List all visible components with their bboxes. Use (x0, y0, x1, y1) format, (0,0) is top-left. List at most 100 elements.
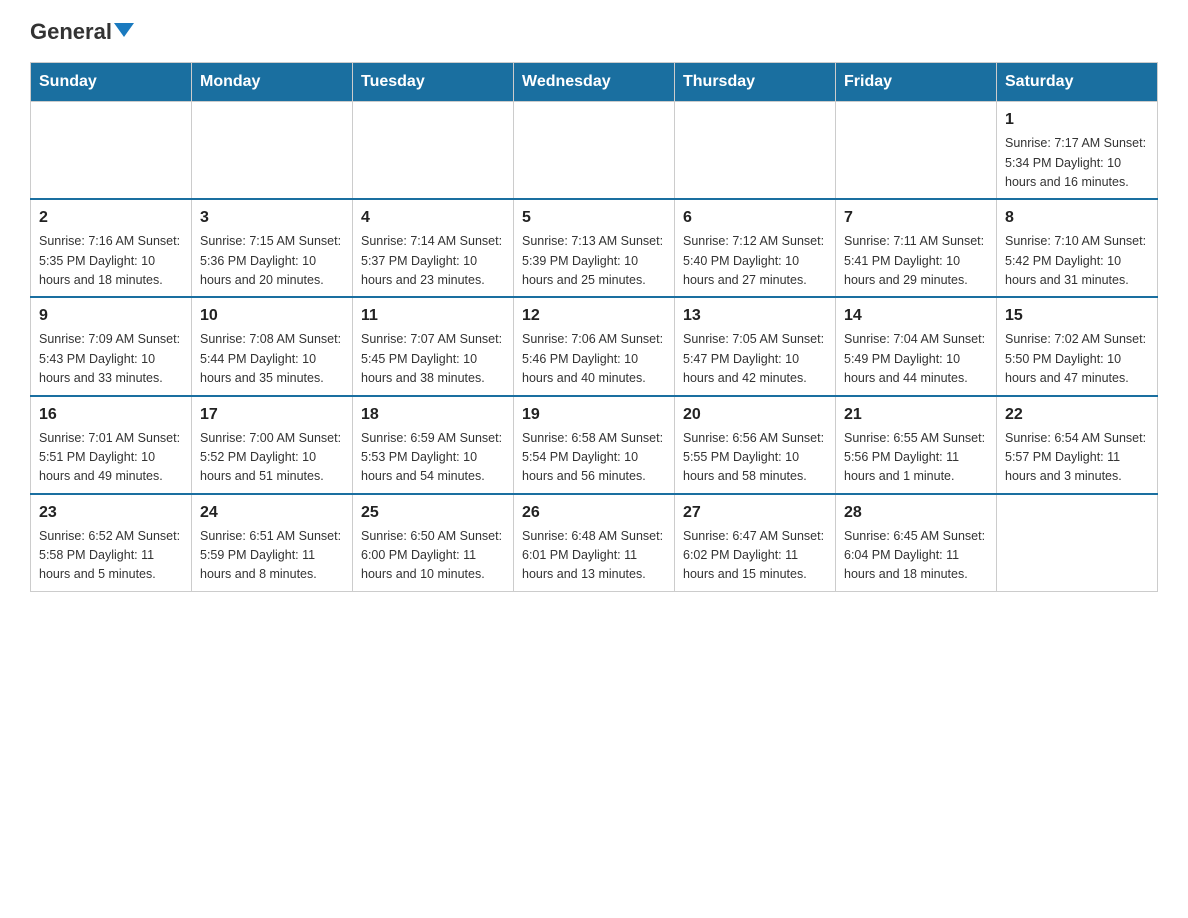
calendar-cell: 4Sunrise: 7:14 AM Sunset: 5:37 PM Daylig… (353, 199, 514, 297)
day-number: 9 (39, 304, 183, 328)
day-info: Sunrise: 6:58 AM Sunset: 5:54 PM Dayligh… (522, 429, 666, 487)
day-number: 14 (844, 304, 988, 328)
day-info: Sunrise: 6:52 AM Sunset: 5:58 PM Dayligh… (39, 527, 183, 585)
calendar-cell: 22Sunrise: 6:54 AM Sunset: 5:57 PM Dayli… (997, 396, 1158, 494)
calendar-cell: 21Sunrise: 6:55 AM Sunset: 5:56 PM Dayli… (836, 396, 997, 494)
day-info: Sunrise: 7:10 AM Sunset: 5:42 PM Dayligh… (1005, 232, 1149, 290)
day-number: 20 (683, 403, 827, 427)
day-info: Sunrise: 7:11 AM Sunset: 5:41 PM Dayligh… (844, 232, 988, 290)
day-info: Sunrise: 7:16 AM Sunset: 5:35 PM Dayligh… (39, 232, 183, 290)
day-info: Sunrise: 6:55 AM Sunset: 5:56 PM Dayligh… (844, 429, 988, 487)
day-info: Sunrise: 7:08 AM Sunset: 5:44 PM Dayligh… (200, 330, 344, 388)
calendar-cell: 14Sunrise: 7:04 AM Sunset: 5:49 PM Dayli… (836, 297, 997, 395)
day-number: 17 (200, 403, 344, 427)
day-info: Sunrise: 6:51 AM Sunset: 5:59 PM Dayligh… (200, 527, 344, 585)
weekday-header-sunday: Sunday (31, 63, 192, 102)
day-number: 6 (683, 206, 827, 230)
calendar-cell: 18Sunrise: 6:59 AM Sunset: 5:53 PM Dayli… (353, 396, 514, 494)
calendar-cell: 7Sunrise: 7:11 AM Sunset: 5:41 PM Daylig… (836, 199, 997, 297)
day-number: 10 (200, 304, 344, 328)
day-info: Sunrise: 7:05 AM Sunset: 5:47 PM Dayligh… (683, 330, 827, 388)
day-info: Sunrise: 7:06 AM Sunset: 5:46 PM Dayligh… (522, 330, 666, 388)
logo-triangle-icon (114, 23, 134, 37)
calendar-cell (675, 102, 836, 200)
calendar-cell: 1Sunrise: 7:17 AM Sunset: 5:34 PM Daylig… (997, 102, 1158, 200)
calendar-cell (836, 102, 997, 200)
day-info: Sunrise: 7:02 AM Sunset: 5:50 PM Dayligh… (1005, 330, 1149, 388)
day-number: 5 (522, 206, 666, 230)
calendar-table: SundayMondayTuesdayWednesdayThursdayFrid… (30, 62, 1158, 592)
logo-text: General (30, 20, 134, 44)
calendar-cell: 5Sunrise: 7:13 AM Sunset: 5:39 PM Daylig… (514, 199, 675, 297)
calendar-cell: 2Sunrise: 7:16 AM Sunset: 5:35 PM Daylig… (31, 199, 192, 297)
day-number: 1 (1005, 108, 1149, 132)
calendar-cell: 23Sunrise: 6:52 AM Sunset: 5:58 PM Dayli… (31, 494, 192, 592)
weekday-header-row: SundayMondayTuesdayWednesdayThursdayFrid… (31, 63, 1158, 102)
calendar-cell: 6Sunrise: 7:12 AM Sunset: 5:40 PM Daylig… (675, 199, 836, 297)
calendar-cell: 20Sunrise: 6:56 AM Sunset: 5:55 PM Dayli… (675, 396, 836, 494)
day-number: 25 (361, 501, 505, 525)
calendar-cell: 16Sunrise: 7:01 AM Sunset: 5:51 PM Dayli… (31, 396, 192, 494)
calendar-cell: 28Sunrise: 6:45 AM Sunset: 6:04 PM Dayli… (836, 494, 997, 592)
day-info: Sunrise: 6:48 AM Sunset: 6:01 PM Dayligh… (522, 527, 666, 585)
day-info: Sunrise: 6:47 AM Sunset: 6:02 PM Dayligh… (683, 527, 827, 585)
day-info: Sunrise: 7:15 AM Sunset: 5:36 PM Dayligh… (200, 232, 344, 290)
calendar-cell (31, 102, 192, 200)
day-number: 21 (844, 403, 988, 427)
calendar-cell (997, 494, 1158, 592)
calendar-cell: 9Sunrise: 7:09 AM Sunset: 5:43 PM Daylig… (31, 297, 192, 395)
day-info: Sunrise: 7:04 AM Sunset: 5:49 PM Dayligh… (844, 330, 988, 388)
day-number: 2 (39, 206, 183, 230)
day-info: Sunrise: 7:17 AM Sunset: 5:34 PM Dayligh… (1005, 134, 1149, 192)
day-number: 7 (844, 206, 988, 230)
day-info: Sunrise: 7:14 AM Sunset: 5:37 PM Dayligh… (361, 232, 505, 290)
calendar-cell: 12Sunrise: 7:06 AM Sunset: 5:46 PM Dayli… (514, 297, 675, 395)
day-number: 11 (361, 304, 505, 328)
calendar-cell: 15Sunrise: 7:02 AM Sunset: 5:50 PM Dayli… (997, 297, 1158, 395)
calendar-cell: 10Sunrise: 7:08 AM Sunset: 5:44 PM Dayli… (192, 297, 353, 395)
weekday-header-wednesday: Wednesday (514, 63, 675, 102)
calendar-week-row: 1Sunrise: 7:17 AM Sunset: 5:34 PM Daylig… (31, 102, 1158, 200)
day-info: Sunrise: 7:13 AM Sunset: 5:39 PM Dayligh… (522, 232, 666, 290)
calendar-cell: 24Sunrise: 6:51 AM Sunset: 5:59 PM Dayli… (192, 494, 353, 592)
page-header: General (30, 20, 1158, 44)
day-info: Sunrise: 6:54 AM Sunset: 5:57 PM Dayligh… (1005, 429, 1149, 487)
calendar-cell: 8Sunrise: 7:10 AM Sunset: 5:42 PM Daylig… (997, 199, 1158, 297)
calendar-cell: 26Sunrise: 6:48 AM Sunset: 6:01 PM Dayli… (514, 494, 675, 592)
weekday-header-tuesday: Tuesday (353, 63, 514, 102)
day-number: 4 (361, 206, 505, 230)
day-number: 15 (1005, 304, 1149, 328)
day-number: 16 (39, 403, 183, 427)
weekday-header-monday: Monday (192, 63, 353, 102)
calendar-cell: 17Sunrise: 7:00 AM Sunset: 5:52 PM Dayli… (192, 396, 353, 494)
calendar-cell (514, 102, 675, 200)
day-info: Sunrise: 7:01 AM Sunset: 5:51 PM Dayligh… (39, 429, 183, 487)
day-number: 24 (200, 501, 344, 525)
calendar-cell: 3Sunrise: 7:15 AM Sunset: 5:36 PM Daylig… (192, 199, 353, 297)
calendar-cell: 27Sunrise: 6:47 AM Sunset: 6:02 PM Dayli… (675, 494, 836, 592)
calendar-cell (353, 102, 514, 200)
weekday-header-saturday: Saturday (997, 63, 1158, 102)
calendar-week-row: 2Sunrise: 7:16 AM Sunset: 5:35 PM Daylig… (31, 199, 1158, 297)
day-number: 18 (361, 403, 505, 427)
day-number: 12 (522, 304, 666, 328)
day-info: Sunrise: 6:59 AM Sunset: 5:53 PM Dayligh… (361, 429, 505, 487)
weekday-header-thursday: Thursday (675, 63, 836, 102)
day-number: 13 (683, 304, 827, 328)
day-number: 3 (200, 206, 344, 230)
calendar-cell (192, 102, 353, 200)
day-info: Sunrise: 7:00 AM Sunset: 5:52 PM Dayligh… (200, 429, 344, 487)
calendar-cell: 11Sunrise: 7:07 AM Sunset: 5:45 PM Dayli… (353, 297, 514, 395)
day-info: Sunrise: 6:50 AM Sunset: 6:00 PM Dayligh… (361, 527, 505, 585)
day-info: Sunrise: 7:12 AM Sunset: 5:40 PM Dayligh… (683, 232, 827, 290)
weekday-header-friday: Friday (836, 63, 997, 102)
logo: General (30, 20, 134, 44)
calendar-cell: 19Sunrise: 6:58 AM Sunset: 5:54 PM Dayli… (514, 396, 675, 494)
day-info: Sunrise: 7:09 AM Sunset: 5:43 PM Dayligh… (39, 330, 183, 388)
day-info: Sunrise: 7:07 AM Sunset: 5:45 PM Dayligh… (361, 330, 505, 388)
day-number: 22 (1005, 403, 1149, 427)
day-number: 23 (39, 501, 183, 525)
calendar-week-row: 16Sunrise: 7:01 AM Sunset: 5:51 PM Dayli… (31, 396, 1158, 494)
calendar-week-row: 9Sunrise: 7:09 AM Sunset: 5:43 PM Daylig… (31, 297, 1158, 395)
day-number: 28 (844, 501, 988, 525)
